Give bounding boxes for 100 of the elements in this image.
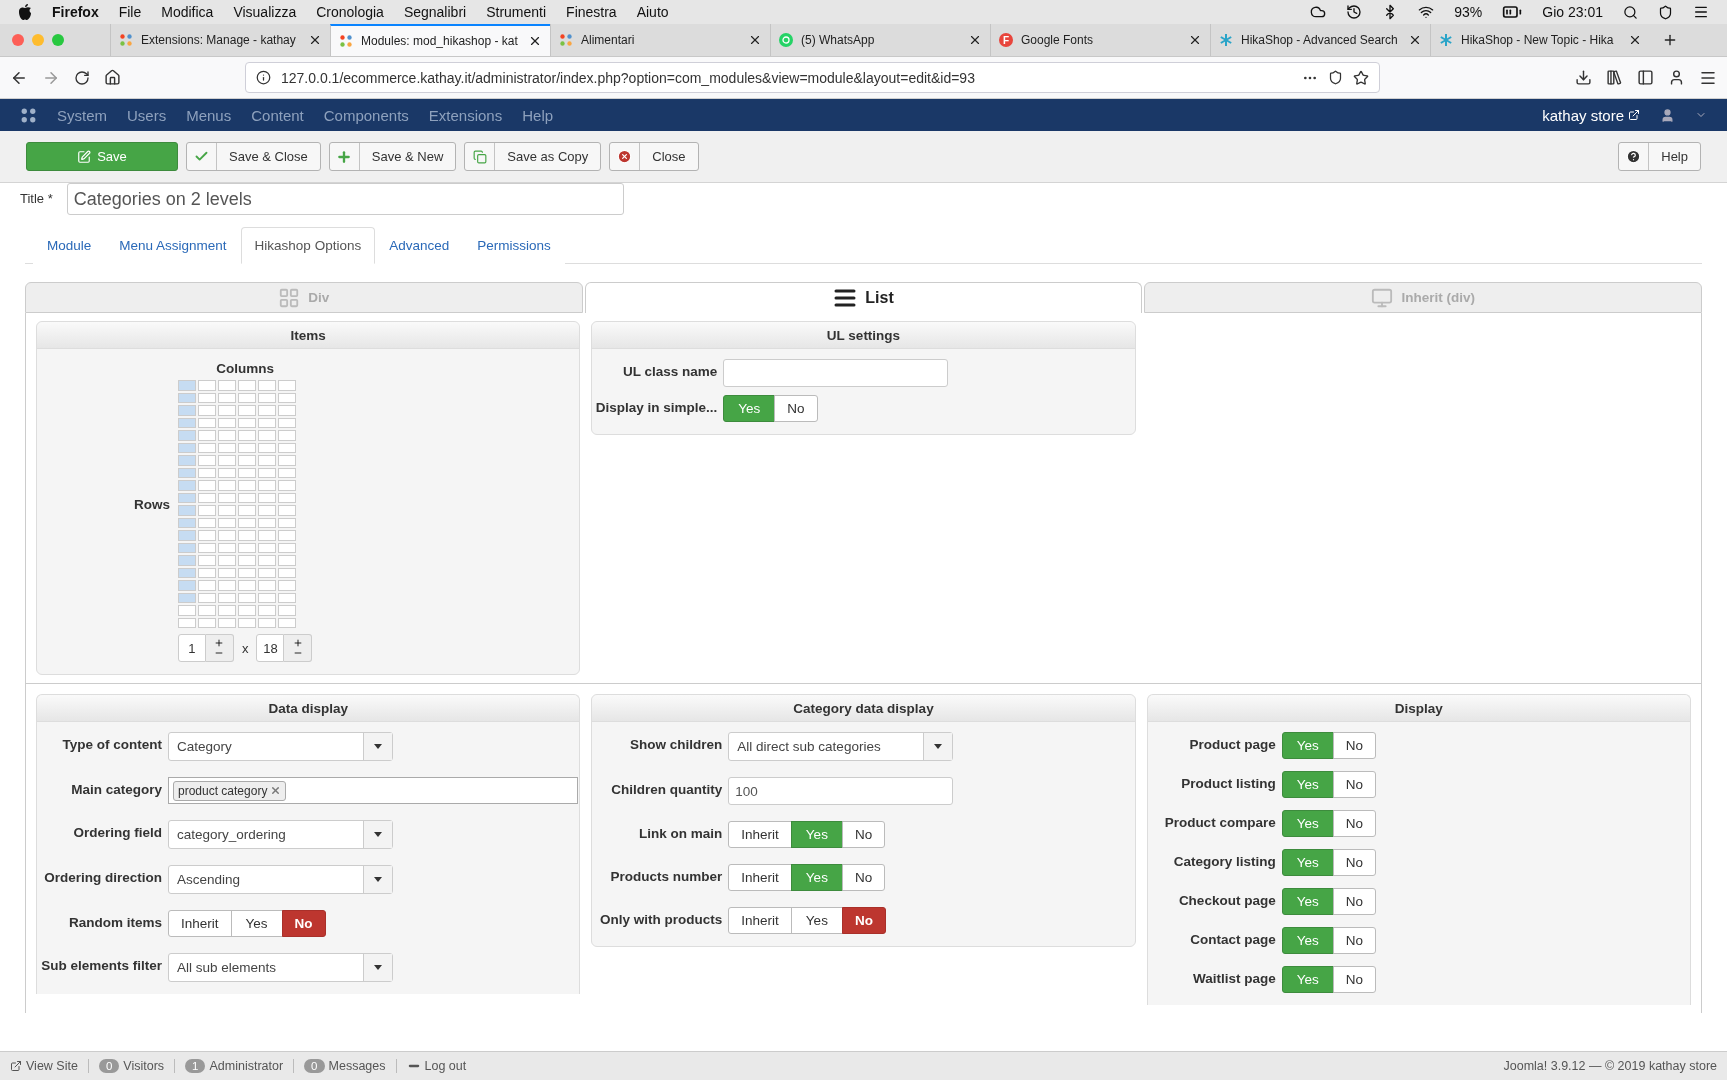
new-tab-icon[interactable] [1662, 32, 1678, 48]
toolbar-button[interactable]: Save & New [328, 142, 457, 171]
browser-tab[interactable]: HikaShop - New Topic - Hika [1430, 24, 1650, 56]
home-icon[interactable] [104, 69, 121, 86]
toggle-option[interactable]: No [1332, 810, 1376, 837]
toggle-option[interactable]: Inherit [168, 910, 232, 937]
tags-field[interactable]: product category [168, 777, 579, 804]
browser-tab[interactable]: Modules: mod_hikashop - kat [330, 24, 550, 56]
select-field[interactable]: All direct sub categories [728, 732, 954, 761]
help-button[interactable]: Help [1618, 142, 1701, 171]
browser-tab[interactable]: Alimentari [550, 24, 770, 56]
close-icon[interactable] [1628, 33, 1642, 47]
toggle-option[interactable]: Inherit [728, 907, 792, 934]
menu-item[interactable]: Modifica [161, 4, 214, 20]
menu-item[interactable]: Firefox [52, 4, 99, 20]
toggle-option[interactable]: No [1332, 771, 1376, 798]
status-link[interactable]: 0 Messages [304, 1059, 397, 1073]
menu-item[interactable]: Visualizza [233, 4, 297, 20]
menu-item[interactable]: Finestra [566, 4, 617, 20]
close-icon[interactable] [748, 33, 762, 47]
nav-item[interactable]: Extensions [428, 106, 503, 124]
toggle-option[interactable]: No [774, 395, 818, 422]
toggle-option[interactable]: No [1332, 732, 1376, 759]
tab[interactable]: Hikashop Options [240, 227, 376, 264]
favicon-icon[interactable] [119, 33, 133, 47]
menu-item[interactable]: Strumenti [486, 4, 547, 20]
bookmark-star-icon[interactable] [1353, 69, 1369, 86]
nav-item[interactable]: Content [251, 106, 304, 124]
toggle-option[interactable]: No [281, 910, 326, 937]
browser-tab[interactable]: F Google Fonts [990, 24, 1210, 56]
toggle-option[interactable]: Inherit [728, 821, 792, 848]
browser-tab[interactable]: (5) WhatsApp [770, 24, 990, 56]
caret-icon [374, 877, 382, 882]
number-field[interactable]: 1 [177, 634, 206, 662]
toolbar-button[interactable]: Save & Close [186, 142, 321, 171]
status-link[interactable]: 0 Visitors [98, 1059, 176, 1073]
close-icon[interactable] [528, 34, 542, 48]
select-field[interactable]: Category [168, 732, 393, 761]
toggle-option[interactable]: Inherit [728, 864, 792, 891]
search-icon[interactable] [1623, 4, 1638, 20]
toggle-option[interactable]: Yes [790, 907, 843, 934]
menu-item[interactable]: Segnalibri [403, 4, 467, 20]
toolbar-button[interactable]: Close [609, 142, 699, 171]
layout-tab[interactable]: List [584, 282, 1143, 313]
nav-item[interactable]: System [57, 106, 107, 124]
site-link[interactable]: kathay store [1542, 106, 1640, 124]
toggle-option[interactable]: No [1332, 966, 1376, 993]
menu-item[interactable]: Aiuto [636, 4, 669, 20]
toggle-option[interactable]: Yes [230, 910, 283, 937]
nav-item[interactable]: Users [127, 106, 167, 124]
toggle-option[interactable]: No [841, 907, 886, 934]
browser-tab[interactable]: HikaShop - Advanced Search [1210, 24, 1430, 56]
logout-link[interactable]: Log out [406, 1059, 477, 1073]
stepper-button[interactable] [205, 634, 234, 662]
close-icon[interactable] [1188, 33, 1202, 47]
menu-item[interactable]: Cronologia [316, 4, 384, 20]
menu-icon[interactable] [1693, 4, 1709, 20]
close-icon[interactable] [1408, 33, 1422, 47]
input-field[interactable] [723, 359, 949, 387]
toggle-option[interactable]: No [1332, 849, 1376, 876]
history-icon[interactable] [1346, 4, 1363, 20]
toggle-option[interactable]: No [1332, 888, 1376, 915]
close-icon[interactable] [308, 33, 322, 47]
select-field[interactable]: category_ordering [168, 820, 393, 849]
nav-item[interactable]: Menus [186, 106, 232, 124]
title-field[interactable]: Categories on 2 levels [66, 183, 624, 215]
remove-icon[interactable] [270, 785, 282, 796]
library-icon[interactable] [1606, 69, 1623, 86]
toggle-option[interactable]: No [841, 864, 886, 891]
tab-title: Google Fonts [1021, 33, 1095, 47]
input-field[interactable]: 100 [728, 777, 954, 805]
menu-item[interactable]: File [118, 4, 142, 20]
logo-icon[interactable] [20, 106, 37, 124]
nav-item[interactable]: Help [522, 106, 554, 124]
user-icon[interactable] [1660, 107, 1675, 123]
favicon-icon[interactable] [339, 34, 353, 48]
number-field[interactable]: 18 [256, 634, 285, 662]
tab-label: Inherit (div) [1401, 290, 1475, 305]
status-link[interactable]: 1 Administrator [185, 1059, 295, 1073]
cloud-icon[interactable] [1310, 4, 1327, 20]
wifi-icon[interactable] [1418, 4, 1435, 20]
select-field[interactable]: All sub elements [168, 953, 393, 982]
toggle-option[interactable]: No [1332, 927, 1376, 954]
reload-icon[interactable] [74, 69, 90, 86]
toolbar-button[interactable]: Save as Copy [464, 142, 602, 171]
favicon-icon[interactable] [559, 33, 573, 47]
clock[interactable]: Gio 23:01 [1542, 4, 1603, 20]
address-bar[interactable]: 127.0.0.1/ecommerce.kathay.it/administrator/index.php?option=com_modules&view=module&layout=edit&id=93 [245, 62, 1380, 93]
toggle-option[interactable]: No [841, 821, 886, 848]
panel-title: Items [37, 322, 580, 349]
view-site-link[interactable]: View Site [10, 1059, 89, 1073]
sidebar-icon[interactable] [1637, 69, 1654, 86]
select-field[interactable]: Ascending [168, 865, 393, 894]
stepper-button[interactable] [284, 634, 313, 662]
account-icon[interactable] [1668, 69, 1685, 86]
status-label: Visitors [123, 1059, 165, 1073]
download-icon[interactable] [1575, 69, 1592, 86]
apple-logo-icon[interactable] [18, 4, 32, 20]
nav-item[interactable]: Components [323, 106, 409, 124]
close-icon[interactable] [968, 33, 982, 47]
